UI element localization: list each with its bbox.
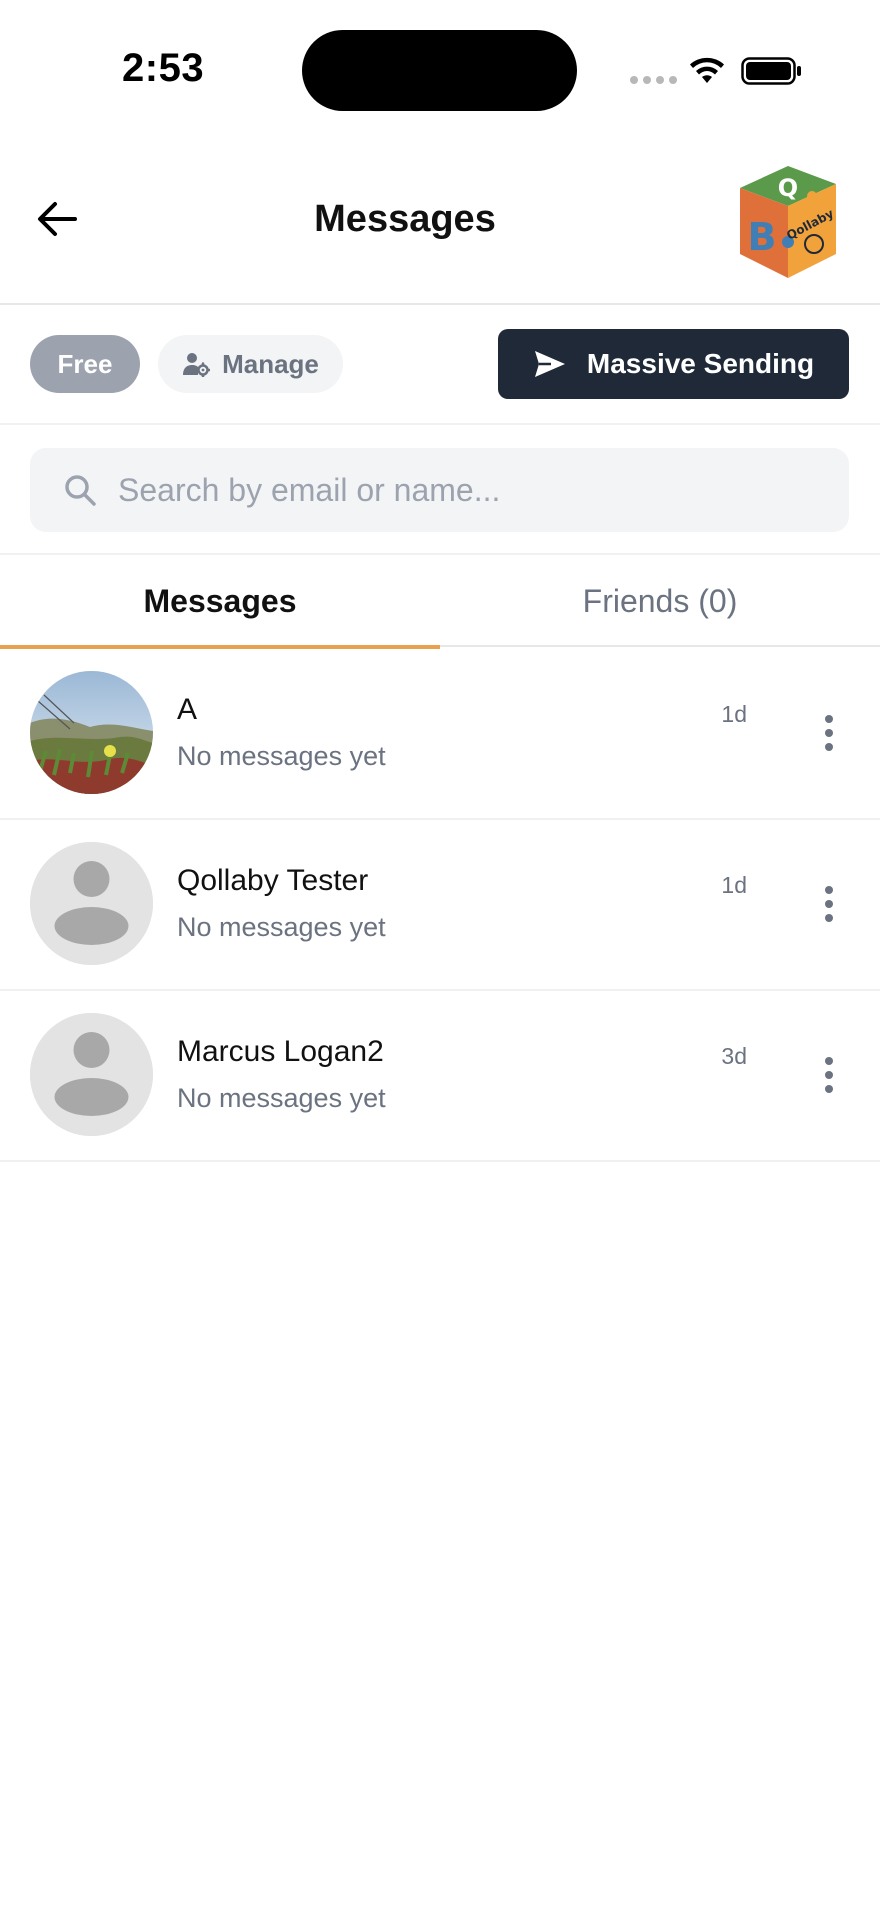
search-box[interactable]: [30, 448, 849, 532]
status-time: 2:53: [122, 46, 205, 90]
avatar-photo: [30, 671, 153, 794]
conversation-item[interactable]: A No messages yet 1d: [0, 649, 880, 820]
manage-label: Manage: [222, 348, 319, 379]
header: Messages Q B Qollaby: [0, 130, 880, 305]
default-avatar-icon: [30, 842, 153, 965]
dynamic-island: [302, 30, 577, 111]
default-avatar-icon: [30, 1013, 153, 1136]
toolbar: Free Manage Massive Sending: [0, 307, 880, 425]
more-options-icon[interactable]: [815, 701, 843, 765]
plan-badge: Free: [30, 335, 140, 393]
search-input[interactable]: [118, 471, 849, 509]
signal-icon: [630, 76, 677, 84]
more-options-icon[interactable]: [815, 872, 843, 936]
manage-button[interactable]: Manage: [158, 335, 343, 393]
conversation-preview: No messages yet: [177, 1083, 386, 1113]
conversation-name: A: [177, 693, 198, 726]
qollaby-logo[interactable]: Q B Qollaby: [728, 158, 848, 284]
conversation-time: 1d: [721, 872, 747, 898]
conversation-item[interactable]: Marcus Logan2 No messages yet 3d: [0, 991, 880, 1162]
massive-sending-button[interactable]: Massive Sending: [498, 329, 849, 399]
massive-sending-label: Massive Sending: [586, 348, 815, 379]
conversation-preview: No messages yet: [177, 912, 386, 942]
conversation-preview: No messages yet: [177, 741, 386, 771]
user-settings-icon: [183, 353, 211, 377]
more-options-icon[interactable]: [815, 1043, 843, 1107]
search-area: [0, 425, 880, 555]
search-icon: [62, 472, 98, 508]
send-icon: [534, 351, 565, 377]
tab-bar: Messages Friends (0): [0, 555, 880, 649]
page-title: Messages: [314, 198, 496, 240]
tab-messages[interactable]: Messages: [0, 555, 440, 649]
tab-friends[interactable]: Friends (0): [440, 555, 880, 647]
conversation-name: Marcus Logan2: [177, 1035, 384, 1068]
battery-icon: [741, 57, 801, 85]
conversation-item[interactable]: Qollaby Tester No messages yet 1d: [0, 820, 880, 991]
svg-text:B: B: [748, 215, 777, 259]
conversation-name: Qollaby Tester: [177, 864, 369, 897]
conversation-list: A No messages yet 1d Qollaby Tester No m…: [0, 649, 880, 1162]
wifi-icon: [690, 57, 724, 83]
conversation-time: 3d: [721, 1043, 747, 1069]
conversation-time: 1d: [721, 701, 747, 727]
status-bar: 2:53: [0, 0, 880, 130]
svg-text:Q: Q: [778, 174, 798, 202]
